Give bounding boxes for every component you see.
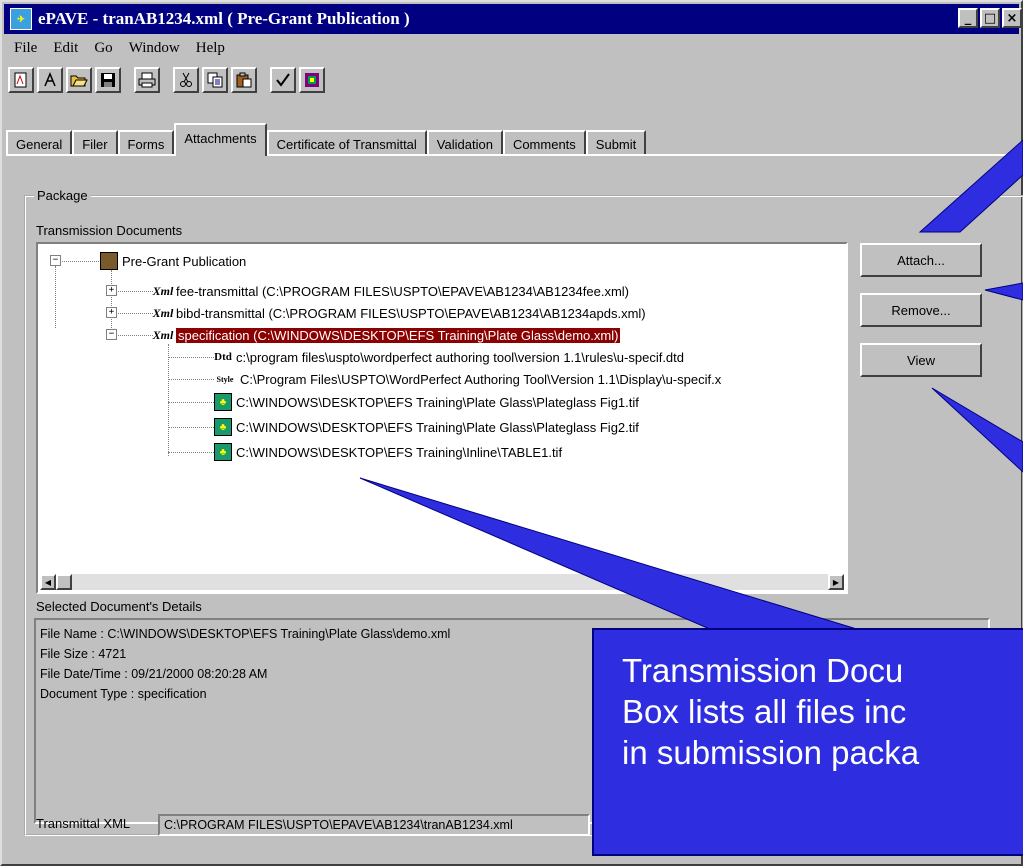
annotation-callout: Transmission Docu Box lists all files in…	[592, 628, 1023, 856]
tab-attachments[interactable]: Attachments	[174, 123, 267, 156]
pointer-view	[931, 387, 1023, 473]
callout-line-2: Box lists all files inc	[622, 693, 907, 730]
pointer-tree	[359, 477, 861, 631]
pointer-remove	[984, 282, 1023, 301]
callout-line-3: in submission packa	[622, 734, 920, 771]
pointer-attach	[918, 139, 1023, 233]
callout-line-1: Transmission Docu	[622, 652, 904, 689]
